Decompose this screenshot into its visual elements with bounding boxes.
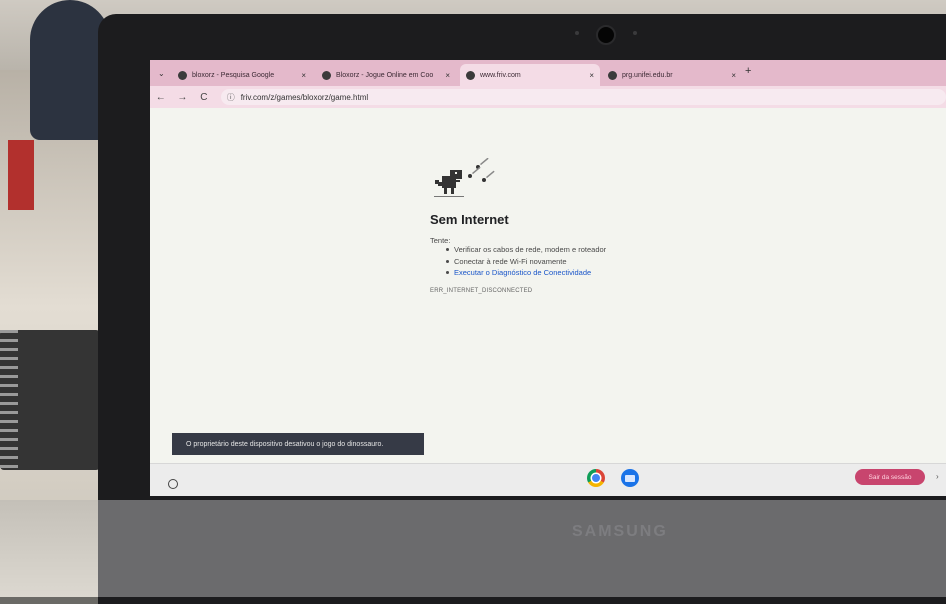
- tab-favicon-icon: [178, 70, 187, 80]
- brand-logo: SAMSUNG: [572, 523, 668, 540]
- browser-toolbar: ← → C ⓘ friv.com/z/games/bloxorz/game.ht…: [150, 86, 946, 108]
- error-page: Sem Internet Tente: Verificar os cabos d…: [150, 108, 946, 463]
- tab-unifei[interactable]: prg.unifei.edu.br ×: [602, 64, 742, 86]
- site-info-icon[interactable]: ⓘ: [227, 92, 235, 103]
- tab-favicon-icon: [322, 70, 331, 80]
- tab-friv[interactable]: www.friv.com ×: [460, 64, 600, 86]
- connectivity-diagnostics-link[interactable]: Executar o Diagnóstico de Conectividade: [446, 267, 606, 279]
- tab-title: www.friv.com: [480, 71, 521, 79]
- logout-button[interactable]: Sair da sessão: [855, 469, 925, 485]
- tab-strip: ⌄ bloxorz - Pesquisa Google × Bloxorz - …: [150, 60, 946, 86]
- laptop-chin: [98, 500, 946, 597]
- tab-title: bloxorz - Pesquisa Google: [192, 71, 275, 79]
- tab-close-icon[interactable]: ×: [589, 71, 594, 80]
- error-code: ERR_INTERNET_DISCONNECTED: [430, 288, 533, 294]
- launcher-icon[interactable]: [168, 479, 178, 489]
- reload-button[interactable]: C: [193, 92, 215, 103]
- suggestion-item: Conectar à rede Wi-Fi novamente: [446, 256, 606, 268]
- os-shelf: Sair da sessão ›: [150, 463, 946, 496]
- new-tab-button[interactable]: +: [745, 65, 751, 77]
- url-text[interactable]: friv.com/z/games/bloxorz/game.html: [241, 93, 368, 102]
- suggestion-item: Verificar os cabos de rede, modem e rote…: [446, 244, 606, 256]
- tab-close-icon[interactable]: ×: [301, 71, 306, 80]
- files-icon[interactable]: [621, 469, 639, 487]
- sensor-dot: [575, 31, 579, 35]
- tab-bloxorz-game[interactable]: Bloxorz - Jogue Online em Coo ×: [316, 64, 456, 86]
- webcam-icon: [596, 25, 616, 45]
- address-bar[interactable]: ⓘ friv.com/z/games/bloxorz/game.html: [220, 89, 946, 105]
- dino-icon: [430, 157, 500, 208]
- tab-close-icon[interactable]: ×: [445, 71, 450, 80]
- chrome-icon[interactable]: [587, 469, 605, 487]
- suggestion-list: Verificar os cabos de rede, modem e rote…: [446, 244, 606, 279]
- notification-toast: O proprietário deste dispositivo desativ…: [172, 433, 424, 455]
- background-red-object: [8, 140, 34, 210]
- tab-title: Bloxorz - Jogue Online em Coo: [336, 71, 434, 79]
- tab-search-menu-icon[interactable]: ⌄: [158, 69, 165, 78]
- tab-favicon-icon: [466, 70, 475, 80]
- back-button[interactable]: ←: [150, 92, 172, 103]
- sensor-dot: [633, 31, 637, 35]
- tab-bloxorz-search[interactable]: bloxorz - Pesquisa Google ×: [172, 64, 312, 86]
- tab-title: prg.unifei.edu.br: [622, 71, 673, 79]
- tab-close-icon[interactable]: ×: [731, 71, 736, 80]
- tab-favicon-icon: [608, 70, 617, 80]
- chevron-right-icon[interactable]: ›: [936, 472, 939, 481]
- screen: ⌄ bloxorz - Pesquisa Google × Bloxorz - …: [150, 60, 946, 496]
- notebook-spiral: [0, 330, 18, 470]
- error-title: Sem Internet: [430, 212, 509, 227]
- forward-button[interactable]: →: [172, 92, 194, 103]
- toast-message: O proprietário deste dispositivo desativ…: [186, 440, 384, 448]
